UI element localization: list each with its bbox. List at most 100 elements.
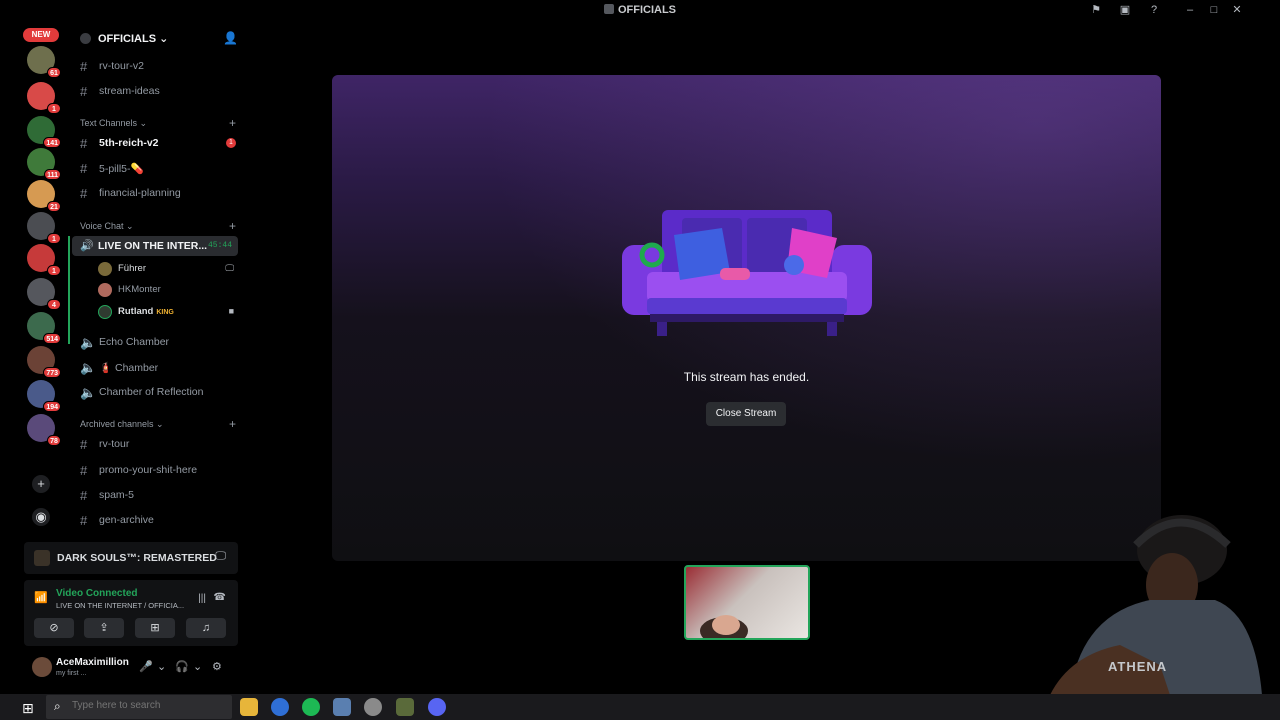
server-icon[interactable]: 1 xyxy=(27,212,61,244)
category-archived-channels[interactable]: Archived channels ⌄ + xyxy=(80,417,240,433)
category-voice-chat[interactable]: Voice Chat ⌄ + xyxy=(80,219,240,235)
spotify-icon[interactable] xyxy=(302,698,320,716)
server-icon[interactable]: 194 xyxy=(27,380,61,412)
channel-name: 5th-reich-v2 xyxy=(99,137,159,149)
flag-icon[interactable]: ⚑ xyxy=(1089,3,1103,17)
disconnect-icon[interactable]: ☎ xyxy=(214,592,226,603)
soundboard-button[interactable]: ♫ xyxy=(186,618,226,638)
app-icon[interactable] xyxy=(333,698,351,716)
server-header[interactable]: OFFICIALS ⌄ 👤 xyxy=(78,30,238,48)
discord-icon[interactable] xyxy=(428,698,446,716)
unread-count-badge: 21 xyxy=(47,201,61,212)
close-window-icon[interactable]: ✕ xyxy=(1230,3,1244,17)
channel-5-pill5[interactable]: # 5-pill5-💊 xyxy=(78,157,240,179)
server-icon[interactable]: 21 xyxy=(27,180,61,212)
help-icon[interactable]: ? xyxy=(1147,3,1161,17)
channel-stream-ideas[interactable]: # stream-ideas xyxy=(78,80,240,102)
category-text-channels[interactable]: Text Channels ⌄ + xyxy=(80,116,240,132)
server-name[interactable]: OFFICIALS ⌄ xyxy=(98,32,168,45)
voice-channel-live[interactable]: 🔊 LIVE ON THE INTER... 45:44 xyxy=(72,236,238,256)
user-name[interactable]: AceMaximillion xyxy=(56,657,129,668)
camera-off-button[interactable]: ⊘ xyxy=(34,618,74,638)
add-channel-icon[interactable]: + xyxy=(229,417,236,431)
server-icon[interactable]: 61 xyxy=(27,46,61,78)
unread-count-badge: 1 xyxy=(47,103,61,114)
channel-financial-planning[interactable]: # financial-planning xyxy=(78,182,240,204)
hash-icon: # xyxy=(80,437,88,452)
chevron-down-icon[interactable]: ⌄ xyxy=(193,660,202,673)
voice-timer: 45:44 xyxy=(207,241,232,250)
game-name: DARK SOULS™: REMASTERED xyxy=(57,552,217,564)
voice-channel-name: LIVE ON THE INTER... xyxy=(98,240,208,252)
voice-user[interactable]: Rutland KING ■ xyxy=(98,303,238,321)
close-stream-button[interactable]: Close Stream xyxy=(706,402,786,426)
server-icon[interactable]: 773 xyxy=(27,346,61,378)
server-icon[interactable]: 1 xyxy=(27,244,61,276)
voice-user[interactable]: Führer 🖵 xyxy=(98,260,238,278)
voice-channel-chamber-of-reflection[interactable]: 🔈 Chamber of Reflection xyxy=(78,381,240,403)
server-icon[interactable]: 141 xyxy=(27,116,61,148)
speaker-icon: 🔈 xyxy=(80,385,97,400)
add-server-icon[interactable]: + xyxy=(32,475,50,493)
invite-people-icon[interactable]: 👤 xyxy=(223,31,238,45)
window-title: OFFICIALS xyxy=(0,4,1280,16)
mic-icon[interactable]: 🎤 xyxy=(139,660,153,673)
user-panel: AceMaximillion my first ... 🎤 ⌄ 🎧 ⌄ ⚙ xyxy=(24,652,238,682)
chevron-down-icon[interactable]: ⌄ xyxy=(157,660,166,673)
channel-name: promo-your-shit-here xyxy=(99,464,198,476)
file-explorer-icon[interactable] xyxy=(240,698,258,716)
taskbar-search[interactable]: ⌕ xyxy=(46,695,232,719)
chrome-icon[interactable] xyxy=(271,698,289,716)
search-input[interactable] xyxy=(72,700,182,711)
avatar xyxy=(98,283,112,297)
noise-suppression-icon[interactable]: ||| xyxy=(198,593,206,604)
settings-gear-icon[interactable]: ⚙ xyxy=(212,660,222,673)
voice-channel-chamber[interactable]: 🔈 🧯 Chamber xyxy=(78,356,240,378)
channel-spam-5[interactable]: # spam-5 xyxy=(78,484,240,506)
minimize-icon[interactable]: – xyxy=(1183,3,1197,17)
unread-count-badge: 61 xyxy=(47,67,61,78)
taskbar: ⊞ ⌕ xyxy=(0,694,1280,720)
channel-name: stream-ideas xyxy=(99,85,160,97)
server-icon[interactable]: 111 xyxy=(27,148,61,180)
windows-start-icon[interactable]: ⊞ xyxy=(22,700,34,717)
avatar[interactable] xyxy=(32,657,52,677)
headphones-icon[interactable]: 🎧 xyxy=(175,660,189,673)
share-screen-button[interactable]: ⇪ xyxy=(84,618,124,638)
camera-icon: ■ xyxy=(228,306,234,316)
channel-gen-archive[interactable]: # gen-archive xyxy=(78,509,240,531)
channel-rv-tour-v2[interactable]: # rv-tour-v2 xyxy=(78,55,240,77)
add-channel-icon[interactable]: + xyxy=(229,116,236,130)
obs-icon[interactable] xyxy=(364,698,382,716)
unread-count-badge: 514 xyxy=(43,333,61,344)
active-voice-indicator xyxy=(68,236,70,344)
server-icon[interactable]: 78 xyxy=(27,414,61,446)
hash-icon: # xyxy=(80,186,88,201)
channel-name: rv-tour-v2 xyxy=(99,60,144,72)
server-icon[interactable]: 514 xyxy=(27,312,61,344)
discover-icon[interactable]: ◉ xyxy=(32,508,50,526)
channel-name: 5-pill5-💊 xyxy=(99,163,144,175)
stream-ended-message: This stream has ended. xyxy=(683,370,810,384)
voice-channel-echo-chamber[interactable]: 🔈 Echo Chamber xyxy=(78,331,240,353)
participant-video-tile[interactable] xyxy=(684,565,810,640)
game-launcher-icon[interactable] xyxy=(396,698,414,716)
maximize-icon[interactable]: □ xyxy=(1207,3,1221,17)
channel-promo[interactable]: # promo-your-shit-here xyxy=(78,459,240,481)
hash-icon: # xyxy=(80,463,88,478)
shirt-text: ATHENA xyxy=(1108,659,1168,674)
inbox-icon[interactable]: ▣ xyxy=(1118,3,1132,17)
voice-user[interactable]: HKMonter xyxy=(98,281,238,299)
server-icon[interactable]: 4 xyxy=(27,278,61,310)
user-status: my first ... xyxy=(56,670,87,677)
channel-name: Echo Chamber xyxy=(99,336,170,348)
stream-game-icon[interactable]: 🖵 xyxy=(215,550,226,563)
channel-5th-reich-v2[interactable]: # 5th-reich-v2 1 xyxy=(78,132,240,154)
server-icon[interactable]: 1 xyxy=(27,82,61,114)
voice-location[interactable]: LIVE ON THE INTERNET / OFFICIA... xyxy=(56,601,184,610)
add-channel-icon[interactable]: + xyxy=(229,219,236,233)
voice-status[interactable]: Video Connected xyxy=(56,588,138,599)
activity-panel: DARK SOULS™: REMASTERED 🖵 xyxy=(24,542,238,574)
channel-rv-tour[interactable]: # rv-tour xyxy=(78,433,240,455)
activities-button[interactable]: ⊞ xyxy=(135,618,175,638)
